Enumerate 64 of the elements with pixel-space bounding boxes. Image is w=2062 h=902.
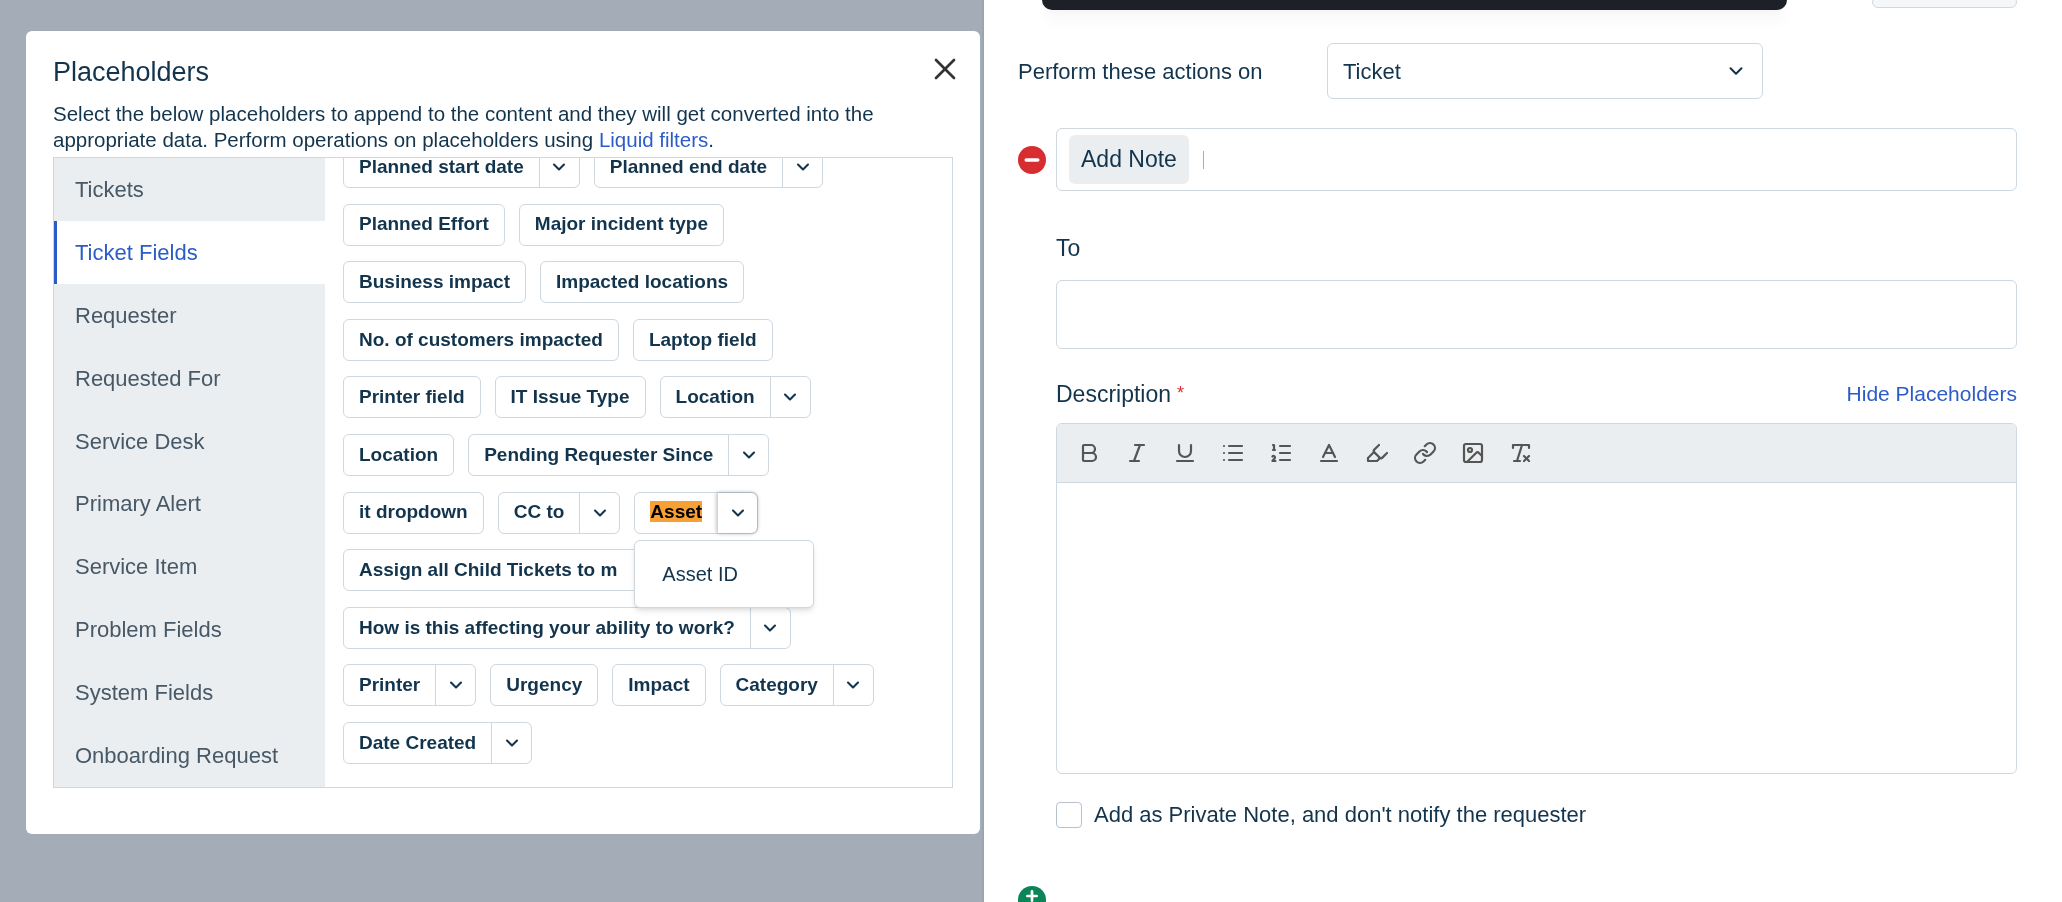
placeholder-chip[interactable]: Location (659, 376, 811, 419)
hide-placeholders-link[interactable]: Hide Placeholders (1846, 378, 2017, 410)
placeholder-chip[interactable]: Urgency (490, 664, 599, 707)
placeholder-label: Date Created (359, 731, 477, 753)
placeholder-label: Asset (650, 501, 703, 523)
placeholder-chip[interactable]: Asset (634, 491, 759, 534)
placeholder-label: Pending Requester Since (484, 443, 714, 465)
highlighter-icon[interactable] (1365, 441, 1389, 465)
image-icon[interactable] (1461, 441, 1485, 465)
category-item[interactable]: Requested For (54, 346, 325, 410)
category-item[interactable]: Service Desk (54, 409, 325, 473)
placeholder-label: Printer (359, 674, 421, 696)
private-note-label: Add as Private Note, and don't notify the requester (1094, 801, 1587, 829)
category-item[interactable]: Tickets (54, 158, 325, 221)
link-icon[interactable] (1413, 441, 1437, 465)
category-item[interactable]: Service Item (54, 535, 325, 599)
placeholder-chip[interactable]: Location (343, 433, 455, 476)
text-color-icon[interactable] (1317, 441, 1341, 465)
placeholder-chip[interactable]: Impacted locations (540, 261, 745, 304)
placeholder-chip[interactable]: Date Created (343, 721, 533, 764)
dialog-title: Placeholders (53, 59, 210, 86)
remove-icon[interactable] (1018, 145, 1046, 174)
private-note-checkbox[interactable] (1056, 801, 1082, 828)
action-field[interactable]: Add Note (1056, 128, 2017, 191)
placeholder-label: Planned end date (609, 158, 768, 177)
placeholder-chip[interactable]: Impact (612, 664, 706, 707)
category-item[interactable]: System Fields (54, 661, 325, 725)
clear-formatting-icon[interactable] (1509, 441, 1533, 465)
category-item[interactable]: Requester (54, 283, 325, 347)
placeholder-chip[interactable]: Planned end date (593, 158, 824, 188)
placeholder-chip[interactable]: Laptop field (632, 318, 773, 361)
placeholder-chip[interactable]: it dropdown (343, 491, 484, 534)
category-item[interactable]: Onboarding Request (54, 724, 325, 787)
placeholder-label: How is this affecting your ability to work? (359, 616, 735, 638)
category-item[interactable]: Problem Fields (54, 598, 325, 662)
placeholder-chip[interactable]: Planned start date (343, 158, 580, 188)
description-label: Description (1056, 379, 1172, 409)
placeholder-chip[interactable]: Printer (343, 664, 477, 707)
placeholder-chip[interactable]: CC to (497, 491, 621, 534)
action-tag: Add Note (1069, 135, 1189, 184)
required-mark: * (1177, 382, 1185, 406)
placeholder-chip[interactable]: No. of customers impacted (343, 318, 619, 361)
placeholder-label: Planned start date (359, 158, 524, 177)
to-label: To (1056, 234, 1082, 263)
placeholder-chip[interactable]: Pending Requester Since (468, 433, 770, 476)
category-item[interactable]: Ticket Fields (54, 220, 325, 284)
placeholder-label: CC to (513, 501, 565, 523)
underline-icon[interactable] (1173, 441, 1197, 465)
placeholder-chip[interactable]: Planned Effort (343, 203, 505, 246)
liquid-filters-link[interactable]: Liquid filters (598, 128, 709, 151)
placeholder-chip[interactable]: Major incident type (518, 203, 724, 246)
placeholder-chip[interactable]: IT Issue Type (494, 376, 646, 419)
dialog-description: Select the below placeholders to append to the content and they will get converted into the appropriate data. Perform operations on placeholders using Liquid filters. (53, 101, 875, 153)
to-field[interactable] (1056, 279, 2017, 349)
category-item[interactable]: Primary Alert (54, 472, 325, 536)
placeholder-chip[interactable]: How is this affecting your ability to work? (343, 606, 791, 649)
placeholder-chip[interactable]: Printer field (343, 376, 481, 419)
target-label: Perform these actions on (1018, 57, 1264, 86)
target-select[interactable]: Ticket (1327, 43, 1763, 99)
placeholder-label: Category (735, 674, 818, 696)
placeholder-chip[interactable]: Category (719, 664, 874, 707)
placeholder-label: Location (675, 386, 755, 408)
numbered-list-icon[interactable] (1269, 441, 1293, 465)
placeholder-chip[interactable]: Business impact (343, 261, 526, 304)
